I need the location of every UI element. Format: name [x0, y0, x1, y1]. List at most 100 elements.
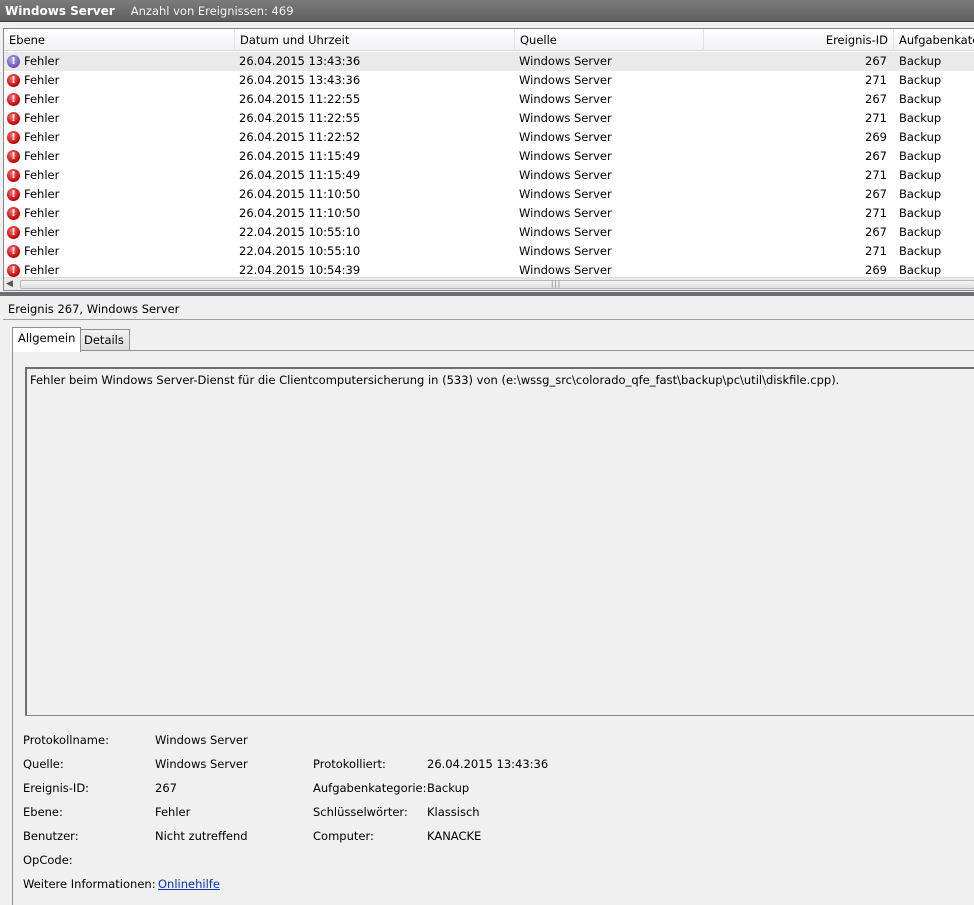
cell-level: ! Fehler [7, 52, 235, 71]
error-icon: ! [7, 169, 20, 182]
label-computer: Computer: [313, 829, 374, 843]
list-header: Ebene Datum und Uhrzeit Quelle Ereignis-… [4, 29, 974, 51]
cell-level: ! Fehler [7, 223, 235, 242]
value-ereignis-id: 267 [155, 781, 177, 795]
level-text: Fehler [24, 130, 60, 144]
cell-event-id: 271 [865, 111, 887, 125]
cell-category: Backup [899, 130, 942, 144]
label-protokollname: Protokollname: [23, 733, 109, 747]
label-weitere-informationen: Weitere Informationen: [23, 877, 156, 891]
app-name: Windows Server [5, 3, 115, 18]
error-icon: ! [7, 74, 20, 87]
level-text: Fehler [24, 111, 60, 125]
table-row[interactable]: ! Fehler 26.04.2015 11:15:49 Windows Server… [4, 166, 974, 185]
tab-allgemein[interactable]: Allgemein [12, 327, 82, 352]
value-computer: KANACKE [427, 829, 482, 843]
value-schluesselwoerter: Klassisch [427, 805, 480, 819]
column-header-aufgabenkategorie[interactable]: Aufgabenkate [894, 29, 974, 51]
label-schluesselwoerter: Schlüsselwörter: [313, 805, 408, 819]
table-row[interactable]: ! Fehler 26.04.2015 11:22:52 Windows Server… [4, 128, 974, 147]
column-header-quelle[interactable]: Quelle [515, 29, 704, 51]
level-text: Fehler [24, 92, 60, 106]
column-header-ebene[interactable]: Ebene [4, 29, 235, 51]
error-icon: ! [7, 150, 20, 163]
label-quelle: Quelle: [23, 757, 64, 771]
cell-level: ! Fehler [7, 204, 235, 223]
error-icon: ! [7, 93, 20, 106]
error-icon: ! [7, 112, 20, 125]
event-detail-header: Ereignis 267, Windows Server [3, 298, 974, 320]
cell-level: ! Fehler [7, 90, 235, 109]
error-icon: ! [7, 188, 20, 201]
title-bar: Windows Server Anzahl von Ereignissen: 4… [0, 0, 974, 22]
cell-level: ! Fehler [7, 185, 235, 204]
level-text: Fehler [24, 244, 60, 258]
level-text: Fehler [24, 168, 60, 182]
table-row[interactable]: ! Fehler 26.04.2015 11:10:50 Windows Server… [4, 185, 974, 204]
cell-event-id: 271 [865, 168, 887, 182]
cell-category: Backup [899, 149, 942, 163]
cell-date: 26.04.2015 11:10:50 [239, 206, 361, 220]
level-text: Fehler [24, 225, 60, 239]
value-ebene: Fehler [155, 805, 191, 819]
error-icon: ! [7, 55, 20, 68]
level-text: Fehler [24, 187, 60, 201]
horizontal-scrollbar[interactable]: ◀ ||| [4, 277, 974, 290]
cell-date: 26.04.2015 11:10:50 [239, 187, 361, 201]
cell-date: 22.04.2015 10:55:10 [239, 225, 361, 239]
label-aufgabenkategorie: Aufgabenkategorie: [313, 781, 427, 795]
event-list[interactable]: Ebene Datum und Uhrzeit Quelle Ereignis-… [3, 28, 974, 291]
cell-date: 26.04.2015 11:22:55 [239, 111, 361, 125]
column-header-datum[interactable]: Datum und Uhrzeit [235, 29, 515, 51]
cell-source: Windows Server [519, 54, 612, 68]
scroll-left-icon[interactable]: ◀ [6, 278, 13, 290]
cell-event-id: 267 [865, 187, 887, 201]
error-icon: ! [7, 226, 20, 239]
cell-event-id: 271 [865, 73, 887, 87]
table-row[interactable]: ! Fehler 22.04.2015 10:55:10 Windows Server… [4, 242, 974, 261]
cell-source: Windows Server [519, 206, 612, 220]
label-opcode: OpCode: [23, 853, 73, 867]
cell-event-id: 271 [865, 206, 887, 220]
cell-category: Backup [899, 225, 942, 239]
cell-source: Windows Server [519, 244, 612, 258]
cell-date: 26.04.2015 11:22:52 [239, 130, 361, 144]
table-row[interactable]: ! Fehler 26.04.2015 13:43:36 Windows Server… [4, 52, 974, 71]
cell-date: 26.04.2015 13:43:36 [239, 73, 361, 87]
cell-category: Backup [899, 206, 942, 220]
cell-event-id: 269 [865, 130, 887, 144]
cell-event-id: 267 [865, 92, 887, 106]
table-row[interactable]: ! Fehler 26.04.2015 11:10:50 Windows Server… [4, 204, 974, 223]
level-text: Fehler [24, 206, 60, 220]
cell-level: ! Fehler [7, 128, 235, 147]
event-rows: ! Fehler 26.04.2015 13:43:36 Windows Server… [4, 52, 974, 280]
cell-category: Backup [899, 187, 942, 201]
error-icon: ! [7, 131, 20, 144]
level-text: Fehler [24, 54, 60, 68]
cell-event-id: 271 [865, 244, 887, 258]
scrollbar-thumb[interactable]: ||| [20, 280, 974, 289]
cell-source: Windows Server [519, 73, 612, 87]
value-benutzer: Nicht zutreffend [155, 829, 248, 843]
tab-details[interactable]: Details [78, 329, 130, 351]
table-row[interactable]: ! Fehler 22.04.2015 10:55:10 Windows Server… [4, 223, 974, 242]
cell-category: Backup [899, 244, 942, 258]
cell-date: 26.04.2015 11:15:49 [239, 168, 361, 182]
cell-event-id: 267 [865, 225, 887, 239]
label-benutzer: Benutzer: [23, 829, 79, 843]
cell-date: 26.04.2015 11:22:55 [239, 92, 361, 106]
table-row[interactable]: ! Fehler 26.04.2015 11:22:55 Windows Server… [4, 90, 974, 109]
online-help-link[interactable]: Onlinehilfe [158, 877, 220, 891]
table-row[interactable]: ! Fehler 26.04.2015 11:15:49 Windows Server… [4, 147, 974, 166]
table-row[interactable]: ! Fehler 26.04.2015 11:22:55 Windows Server… [4, 109, 974, 128]
cell-source: Windows Server [519, 225, 612, 239]
cell-source: Windows Server [519, 149, 612, 163]
level-text: Fehler [24, 73, 60, 87]
table-row[interactable]: ! Fehler 26.04.2015 13:43:36 Windows Server… [4, 71, 974, 90]
pane-splitter[interactable] [0, 292, 974, 296]
cell-level: ! Fehler [7, 109, 235, 128]
event-message[interactable]: Fehler beim Windows Server-Dienst für di… [25, 367, 974, 716]
cell-source: Windows Server [519, 92, 612, 106]
cell-source: Windows Server [519, 130, 612, 144]
column-header-ereignis-id[interactable]: Ereignis-ID [704, 29, 894, 51]
